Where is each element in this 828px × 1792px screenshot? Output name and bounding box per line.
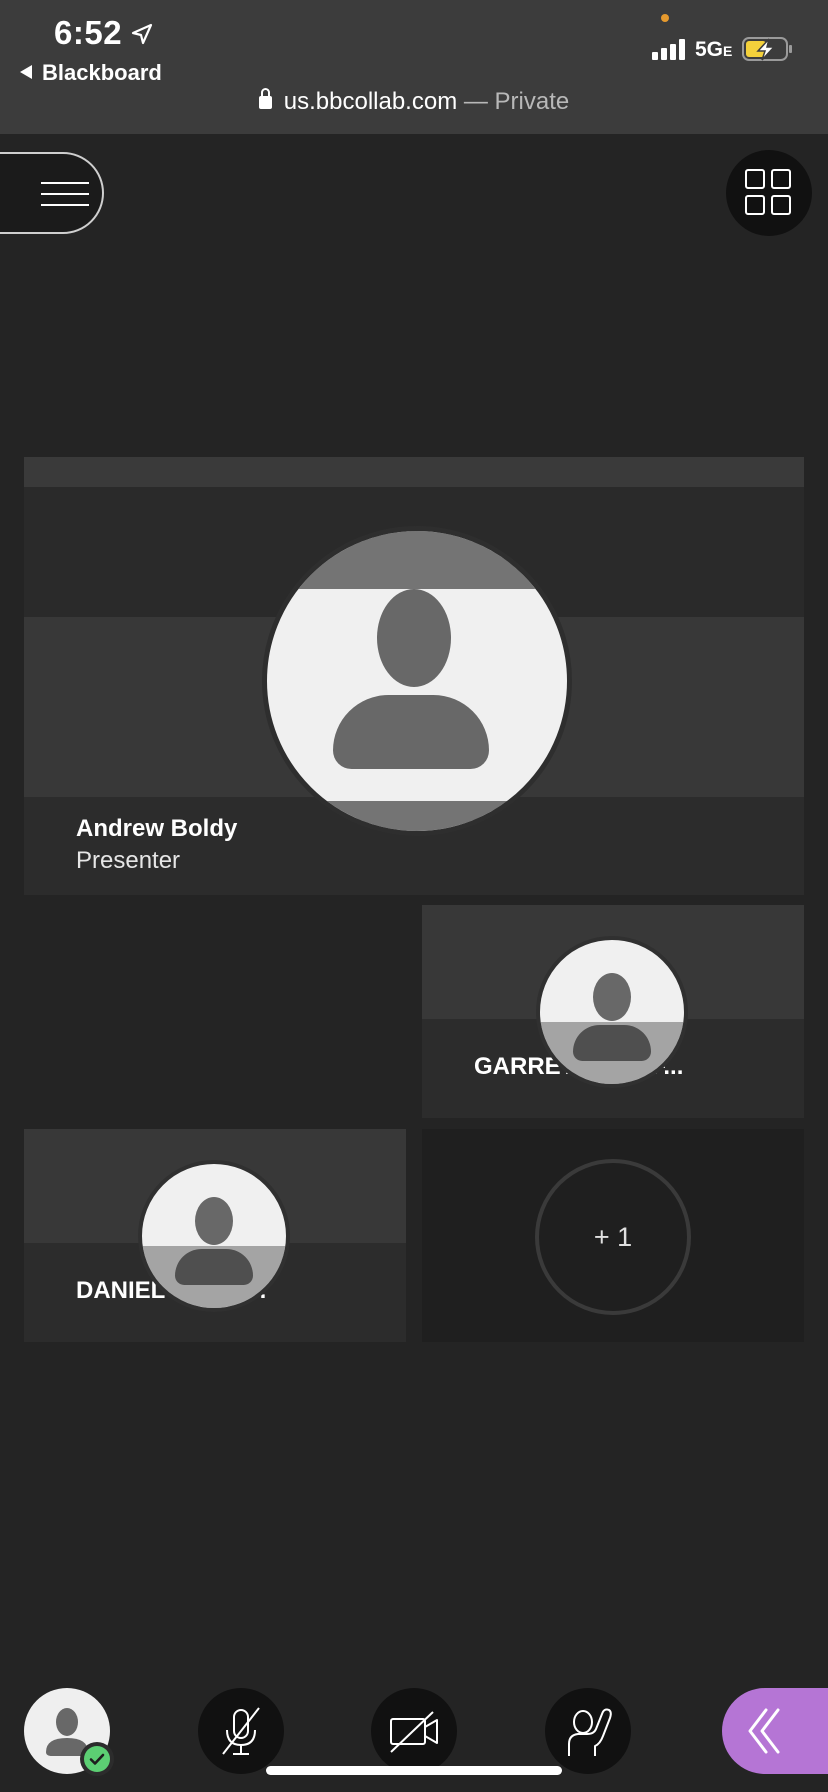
participant-avatar (536, 936, 688, 1088)
collaborate-panel-button[interactable] (722, 1688, 828, 1774)
network-label: 5G (695, 38, 724, 61)
network-suffix: E (723, 43, 733, 59)
layout-toggle-button[interactable] (726, 150, 812, 236)
presenter-name: Andrew Boldy (76, 815, 238, 842)
network-type: 5GE (695, 38, 732, 62)
participant-avatar (138, 1160, 290, 1312)
clock: 6:52 (54, 14, 123, 51)
double-chevron-left-icon (748, 1708, 780, 1754)
home-indicator[interactable] (266, 1766, 562, 1775)
presenter-role: Presenter (76, 847, 181, 874)
more-participants-tile[interactable]: + 1 (422, 1129, 804, 1342)
hamburger-icon-line (41, 182, 89, 184)
back-arrow-icon (20, 65, 32, 79)
url-bar[interactable]: us.bbcollab.com — Private (0, 88, 828, 116)
hamburger-icon-line (41, 193, 89, 195)
battery-charging-icon (742, 37, 792, 61)
microphone-muted-icon (222, 1707, 260, 1755)
url-domain: us.bbcollab.com (283, 88, 458, 115)
status-bar: 6:52 Blackboard 5GE us.bbcollab.com — Pr… (0, 0, 828, 134)
cellular-signal-icon (652, 39, 685, 60)
location-arrow-icon (131, 23, 153, 45)
checkmark-icon (89, 1753, 105, 1765)
privacy-indicator-dot (661, 14, 669, 22)
more-participants-count: + 1 (535, 1159, 691, 1315)
microphone-toggle-button[interactable] (198, 1688, 284, 1774)
back-app-label: Blackboard (42, 60, 162, 85)
camera-off-icon (390, 1711, 438, 1753)
hamburger-icon-line (41, 204, 89, 206)
url-private-label: — Private (457, 88, 570, 115)
presenter-avatar (262, 526, 572, 836)
back-to-app-link[interactable]: Blackboard (20, 60, 162, 86)
lock-icon (258, 88, 272, 109)
camera-toggle-button[interactable] (371, 1688, 457, 1774)
raise-hand-button[interactable] (545, 1688, 631, 1774)
raise-hand-icon (568, 1708, 612, 1756)
status-available-badge (80, 1742, 114, 1776)
session-menu-button[interactable] (0, 152, 104, 234)
